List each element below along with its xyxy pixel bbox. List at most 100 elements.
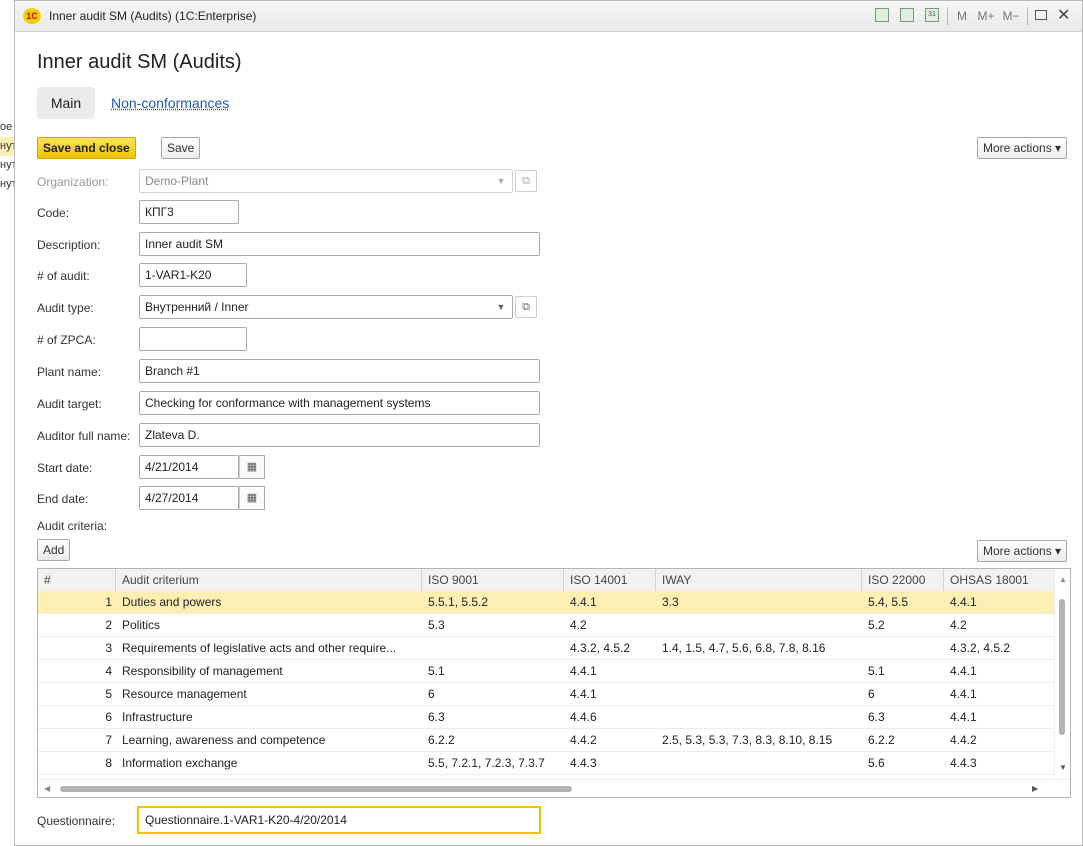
table-cell: 4.4.3 — [950, 756, 977, 770]
table-cell: Learning, awareness and competence — [122, 733, 326, 747]
table-cell: 1.4, 1.5, 4.7, 5.6, 6.8, 7.8, 8.16 — [662, 641, 826, 655]
table-cell: 4.4.6 — [570, 710, 597, 724]
column-header[interactable]: ISO 22000 — [862, 569, 944, 591]
table-cell: 5.4, 5.5 — [868, 595, 909, 609]
table-cell: 4.2 — [950, 618, 967, 632]
table-cell: 6.3 — [428, 710, 445, 724]
scroll-down-icon[interactable]: ▼ — [1059, 763, 1067, 772]
table-row[interactable]: 1 Duties and powers 5.5.1, 5.5.2 4.4.1 3.3 5.… — [38, 591, 1054, 614]
memory-button[interactable]: M — [955, 7, 969, 25]
window-title: Inner audit SM (Audits) (1C:Enterprise) — [49, 9, 257, 23]
audit-number-field[interactable]: 1-VAR1-K20 — [139, 263, 247, 287]
table-header: # Audit criterium ISO 9001 ISO 14001 IWA… — [38, 569, 1054, 592]
table-cell: 5.3 — [428, 618, 445, 632]
print-icon[interactable] — [875, 8, 889, 22]
table-row[interactable]: 2 Politics 5.3 4.2 5.2 4.2 — [38, 614, 1054, 637]
maximize-icon[interactable] — [1035, 10, 1047, 20]
table-cell: 5 — [105, 687, 112, 701]
table-cell: 4.3.2, 4.5.2 — [570, 641, 631, 655]
audit-target-field[interactable]: Checking for conformance with management… — [139, 391, 540, 415]
auditor-field[interactable]: Zlateva D. — [139, 423, 540, 447]
column-header[interactable]: OHSAS 18001 — [944, 569, 1054, 591]
column-header[interactable]: ISO 14001 — [564, 569, 656, 591]
table-cell: 4.4.1 — [950, 687, 977, 701]
table-cell: 4.4.1 — [570, 595, 597, 609]
scroll-thumb[interactable] — [60, 786, 572, 792]
auditor-label: Auditor full name: — [37, 429, 131, 443]
close-icon[interactable]: ✕ — [1057, 5, 1070, 25]
table-cell: 4.4.3 — [570, 756, 597, 770]
organization-label: Organization: — [37, 175, 109, 189]
plant-name-field[interactable]: Branch #1 — [139, 359, 540, 383]
table-cell: Duties and powers — [122, 595, 222, 609]
table-row[interactable]: 8 Information exchange 5.5, 7.2.1, 7.2.3, … — [38, 752, 1054, 775]
plant-name-label: Plant name: — [37, 365, 102, 379]
table-row[interactable]: 4 Responsibility of management 5.1 4.4.1 5.1… — [38, 660, 1054, 683]
table-cell: 5.2 — [868, 618, 885, 632]
questionnaire-field[interactable]: Questionnaire.1-VAR1-K20-4/20/2014 — [137, 806, 541, 834]
more-actions-button[interactable]: More actions ▾ — [977, 540, 1068, 562]
table-cell: Infrastructure — [122, 710, 193, 724]
scroll-right-icon[interactable]: ▶ — [1032, 784, 1038, 793]
table-cell — [656, 683, 862, 705]
table-cell: 4.4.1 — [950, 664, 977, 678]
strip-item: нут — [0, 137, 14, 156]
scroll-up-icon[interactable]: ▲ — [1059, 575, 1067, 584]
app-logo-icon: 1С — [23, 8, 41, 24]
table-cell: 5.1 — [868, 664, 885, 678]
strip-item: нут — [0, 178, 15, 190]
table-cell: 2 — [105, 618, 112, 632]
table-cell: 4.4.1 — [950, 710, 977, 724]
table-row[interactable]: 6 Infrastructure 6.3 4.4.6 6.3 4.4.1 — [38, 706, 1054, 729]
column-header[interactable]: ISO 9001 — [422, 569, 564, 591]
description-label: Description: — [37, 238, 101, 252]
chevron-down-icon[interactable]: ▼ — [491, 297, 511, 317]
calendar-icon[interactable]: 31 — [925, 8, 939, 22]
table-cell: 6.2.2 — [868, 733, 895, 747]
strip-item: нут — [0, 159, 15, 171]
table-cell: 6 — [868, 687, 875, 701]
more-actions-button[interactable]: More actions ▾ — [977, 137, 1068, 159]
audit-criteria-table[interactable]: # Audit criterium ISO 9001 ISO 14001 IWA… — [37, 568, 1071, 798]
table-cell: Resource management — [122, 687, 247, 701]
add-button[interactable]: Add — [37, 539, 71, 561]
calendar-icon[interactable]: ▦ — [239, 455, 265, 479]
table-row[interactable]: 5 Resource management 6 4.4.1 6 4.4.1 — [38, 683, 1054, 706]
table-cell: 4.4.1 — [950, 595, 977, 609]
column-header[interactable]: IWAY — [656, 569, 862, 591]
vertical-scrollbar[interactable]: ▲ ▼ — [1054, 569, 1070, 777]
table-row[interactable]: 7 Learning, awareness and competence 6.2.2… — [38, 729, 1054, 752]
save-and-close-button[interactable]: Save and close — [37, 137, 136, 159]
end-date-field[interactable]: 4/27/2014 — [139, 486, 239, 510]
table-cell: 4.4.1 — [570, 687, 597, 701]
code-field[interactable]: КПГ3 — [139, 200, 239, 224]
save-button[interactable]: Save — [161, 137, 201, 159]
column-header[interactable]: Audit criterium — [116, 569, 422, 591]
table-cell: 2.5, 5.3, 5.3, 7.3, 8.3, 8.10, 8.15 — [662, 733, 833, 747]
open-icon[interactable]: ⧉ — [515, 296, 537, 318]
calculator-icon[interactable] — [900, 8, 914, 22]
audit-type-field[interactable]: Внутренний / Inner — [139, 295, 513, 319]
horizontal-scrollbar[interactable]: ◀ ▶ — [38, 779, 1070, 797]
tab-non-conformances[interactable]: Non-conformances — [111, 95, 229, 111]
zpca-field[interactable] — [139, 327, 247, 351]
tab-main[interactable]: Main — [37, 87, 95, 119]
memory-plus-button[interactable]: M+ — [975, 7, 997, 25]
table-cell: 3.3 — [662, 595, 679, 609]
scroll-left-icon[interactable]: ◀ — [44, 784, 50, 793]
memory-minus-button[interactable]: M− — [1001, 7, 1021, 25]
description-field[interactable]: Inner audit SM — [139, 232, 540, 256]
table-cell: 5.6 — [868, 756, 885, 770]
scroll-thumb[interactable] — [1059, 599, 1065, 735]
table-cell: 4.3.2, 4.5.2 — [950, 641, 1011, 655]
organization-field: Demo-Plant — [139, 169, 513, 193]
start-date-field[interactable]: 4/21/2014 — [139, 455, 239, 479]
table-cell: Requirements of legislative acts and oth… — [122, 641, 397, 655]
start-date-label: Start date: — [37, 461, 93, 475]
calendar-icon[interactable]: ▦ — [239, 486, 265, 510]
table-row[interactable]: 3 Requirements of legislative acts and ot… — [38, 637, 1054, 660]
table-cell — [656, 752, 862, 774]
zpca-label: # of ZPCA: — [37, 333, 96, 347]
column-header[interactable]: # — [38, 569, 116, 591]
table-cell: 1 — [38, 591, 116, 613]
